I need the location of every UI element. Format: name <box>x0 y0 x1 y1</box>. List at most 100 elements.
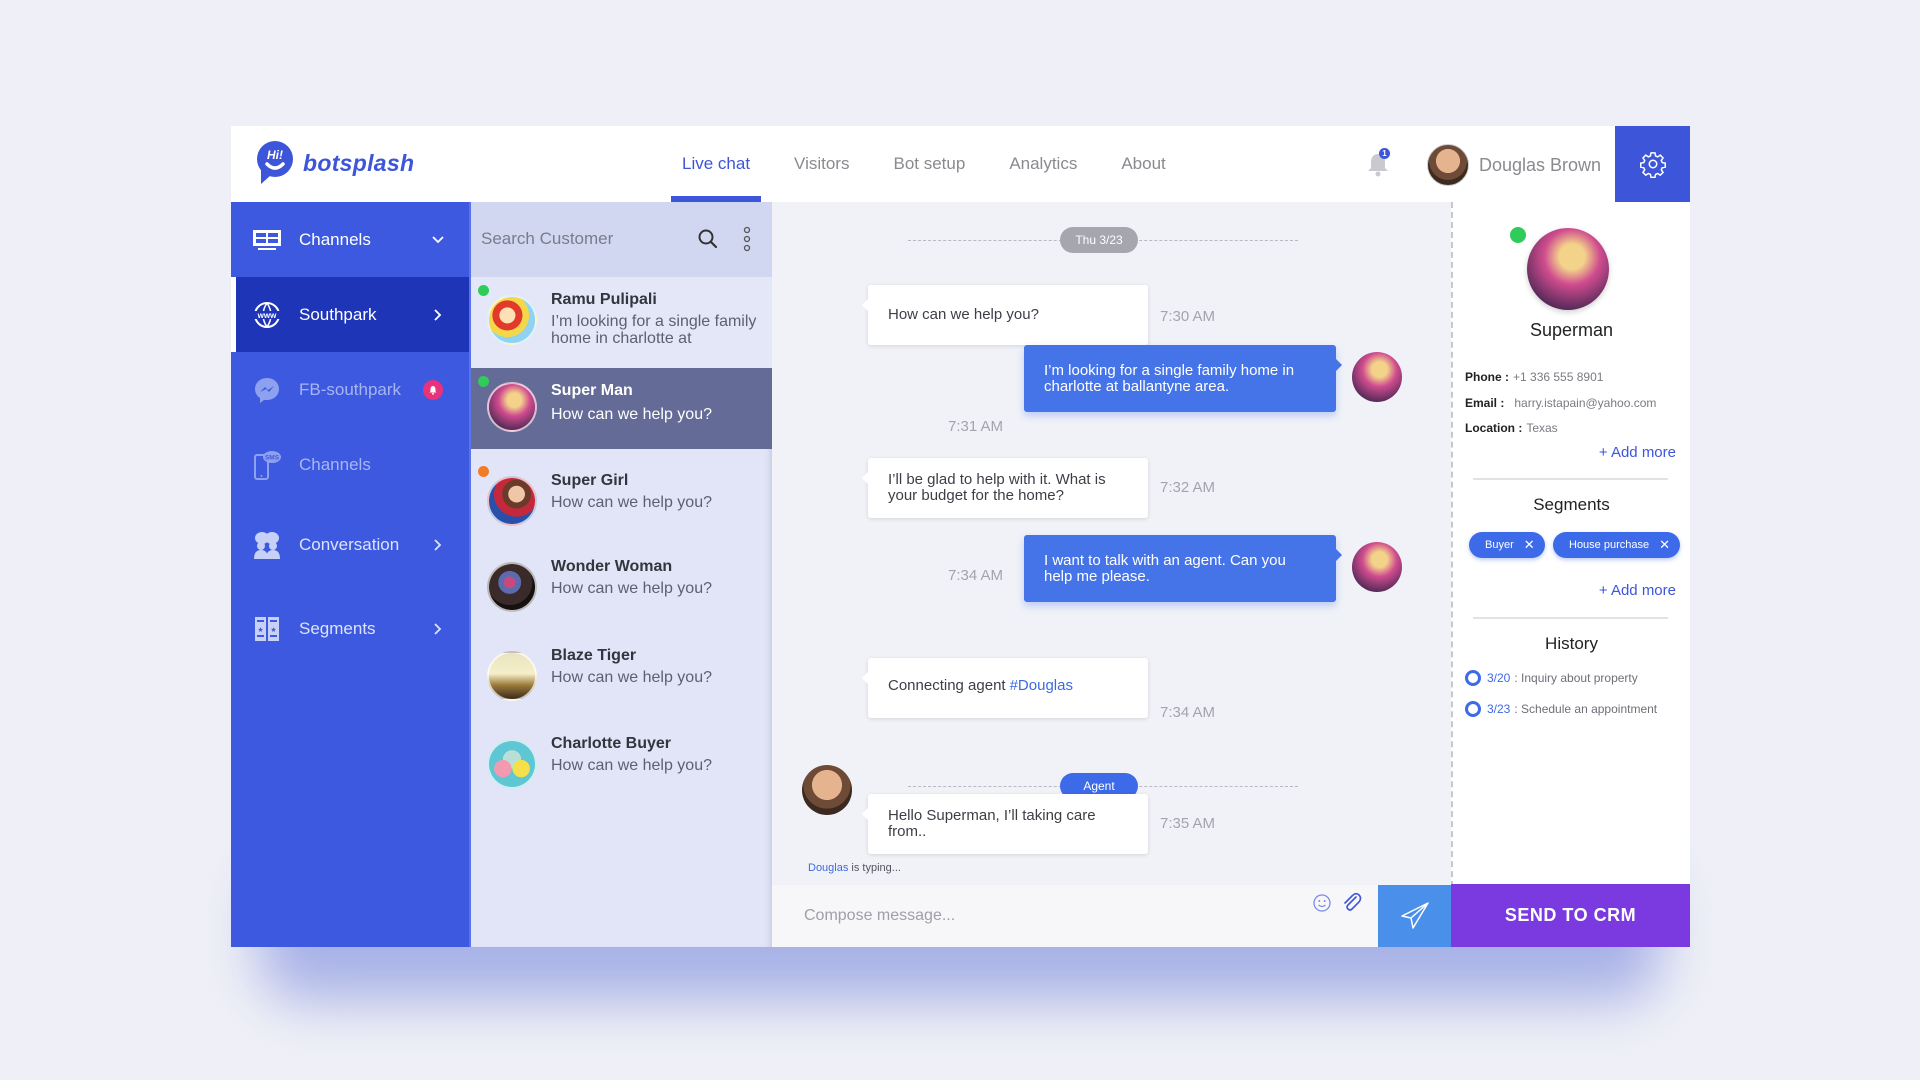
contact-last-message: I’m looking for a single family home in … <box>551 313 757 347</box>
sms-phone-icon: SMS <box>251 450 283 480</box>
contact-last-message: How can we help you? <box>551 580 712 597</box>
message-text: Connecting agent <box>888 677 1006 694</box>
contact-avatar <box>487 382 537 432</box>
user-message: I want to talk with an agent. Can you he… <box>1024 535 1342 602</box>
history-dot-icon <box>1465 701 1481 717</box>
compose-message-input[interactable] <box>804 901 1284 931</box>
message-time: 7:30 AM <box>1160 308 1216 325</box>
customer-name: Superman <box>1529 320 1614 340</box>
contact-last-message: How can we help you? <box>551 494 712 511</box>
tab-live-chat[interactable]: Live chat <box>671 126 762 202</box>
emoji-icon[interactable] <box>1312 893 1332 913</box>
agent-avatar <box>802 765 852 815</box>
chevron-right-icon <box>434 622 442 635</box>
main-nav: Live chat Visitors Bot setup Analytics A… <box>671 126 1199 202</box>
sidebar-item-southpark[interactable]: www Southpark <box>231 277 469 352</box>
tab-bot-setup[interactable]: Bot setup <box>882 126 976 202</box>
www-globe-icon: www <box>251 301 283 329</box>
alert-bell-badge <box>423 379 443 400</box>
contact-item[interactable]: Super Girl How can we help you? <box>471 458 772 546</box>
chat-panel: Thu 3/23 How can we help you? 7:30 AM 7:… <box>772 202 1451 947</box>
tab-about[interactable]: About <box>1110 126 1176 202</box>
contact-avatar <box>487 651 537 701</box>
customer-profile-panel: Superman Phone : +1 336 555 8901 Email : h… <box>1451 202 1690 947</box>
history-item[interactable]: 3/20 : Inquiry about property <box>1465 670 1638 686</box>
remove-tag-icon[interactable]: ✕ <box>1524 537 1535 553</box>
location-row: Location : Texas <box>1465 421 1558 435</box>
contact-item[interactable]: Wonder Woman How can we help you? <box>471 544 772 632</box>
remove-tag-icon[interactable]: ✕ <box>1659 537 1670 553</box>
contact-last-message: How can we help you? <box>551 406 712 423</box>
svg-text:★: ★ <box>270 626 276 634</box>
phone-value: +1 336 555 8901 <box>1513 370 1604 384</box>
online-status-dot <box>478 376 489 387</box>
email-row: Email : harry.istapain@yahoo.com <box>1465 396 1656 410</box>
user-avatar <box>1427 144 1469 186</box>
app-window: Hi! botsplash Live chat Visitors Bot set… <box>231 126 1690 947</box>
sidebar-item-label: FB-southpark <box>299 379 402 399</box>
message-time: 7:32 AM <box>1160 479 1216 496</box>
send-message-button[interactable] <box>1378 885 1451 947</box>
tab-analytics[interactable]: Analytics <box>998 126 1088 202</box>
sidebar-item-channels[interactable]: Channels <box>231 202 469 277</box>
bot-message: How can we help you? <box>862 285 1148 345</box>
settings-button[interactable] <box>1615 126 1690 202</box>
message-time: 7:34 AM <box>948 567 1004 584</box>
segments-title: Segments <box>1533 495 1610 514</box>
user-menu[interactable]: Douglas Brown <box>1427 144 1601 186</box>
user-message: I’m looking for a single family home in … <box>1024 345 1342 412</box>
phone-row: Phone : +1 336 555 8901 <box>1465 370 1603 384</box>
brand-logo[interactable]: Hi! botsplash <box>255 140 414 186</box>
logo-badge-text: Hi! <box>267 148 283 162</box>
conversation-people-icon <box>251 531 283 559</box>
history-item[interactable]: 3/23 : Schedule an appointment <box>1465 701 1657 717</box>
segment-tag: House purchase ✕ <box>1553 532 1681 558</box>
email-value: harry.istapain@yahoo.com <box>1514 396 1657 410</box>
hi-chat-bubble-icon: Hi! <box>255 140 295 186</box>
sidebar-item-segments[interactable]: ★ ★ Segments <box>231 591 469 666</box>
channels-icon <box>251 226 283 254</box>
segment-tag-label: House purchase <box>1569 539 1650 551</box>
sidebar-item-label: Conversation <box>299 534 400 554</box>
tab-visitors[interactable]: Visitors <box>783 126 860 202</box>
brand-name: botsplash <box>303 149 415 176</box>
sidebar-item-channels-sms[interactable]: SMS Channels <box>231 427 469 502</box>
contact-item[interactable]: Charlotte Buyer How can we help you? <box>471 721 772 809</box>
segment-tag-label: Buyer <box>1485 539 1514 551</box>
chevron-right-icon <box>434 538 442 551</box>
contact-name: Ramu Pulipali <box>551 291 657 308</box>
history-date: 3/20 <box>1487 671 1511 685</box>
sidebar-item-label: Channels <box>299 454 371 474</box>
add-more-segments-link[interactable]: + Add more <box>1599 582 1676 599</box>
attachment-paperclip-icon[interactable] <box>1340 891 1362 913</box>
section-divider <box>1473 478 1668 480</box>
customer-profile-avatar <box>1527 228 1609 310</box>
contact-item-selected[interactable]: Super Man How can we help you? <box>471 368 772 449</box>
search-icon[interactable] <box>697 228 719 250</box>
contact-name: Blaze Tiger <box>551 647 637 664</box>
sidebar-item-conversation[interactable]: Conversation <box>231 507 469 582</box>
sidebar: Channels www Southpark FB-southpark SMS … <box>231 202 469 947</box>
typing-indicator: Douglas is typing... <box>808 862 901 874</box>
contact-avatar <box>487 295 537 345</box>
sidebar-item-fb-southpark[interactable]: FB-southpark <box>231 352 469 427</box>
svg-text:www: www <box>257 311 277 320</box>
agent-mention-link[interactable]: #Douglas <box>1010 678 1073 694</box>
more-options-icon[interactable] <box>743 226 751 252</box>
search-customer-input[interactable] <box>481 224 681 254</box>
notification-count-badge: 1 <box>1379 148 1390 159</box>
date-pill: Thu 3/23 <box>1060 227 1138 253</box>
contact-avatar <box>487 476 537 526</box>
send-to-crm-button[interactable]: SEND TO CRM <box>1451 884 1690 947</box>
add-more-details-link[interactable]: + Add more <box>1599 444 1676 461</box>
sidebar-item-label: Southpark <box>299 304 377 324</box>
away-status-dot <box>478 466 489 477</box>
message-time: 7:35 AM <box>1160 815 1216 832</box>
customer-search-bar <box>471 202 774 277</box>
customer-avatar <box>1352 352 1402 402</box>
history-dot-icon <box>1465 670 1481 686</box>
chevron-right-icon <box>434 308 442 321</box>
contact-item[interactable]: Ramu Pulipali I’m looking for a single f… <box>471 277 772 368</box>
contact-item[interactable]: Blaze Tiger How can we help you? <box>471 633 772 721</box>
segments-icon: ★ ★ <box>251 615 283 643</box>
